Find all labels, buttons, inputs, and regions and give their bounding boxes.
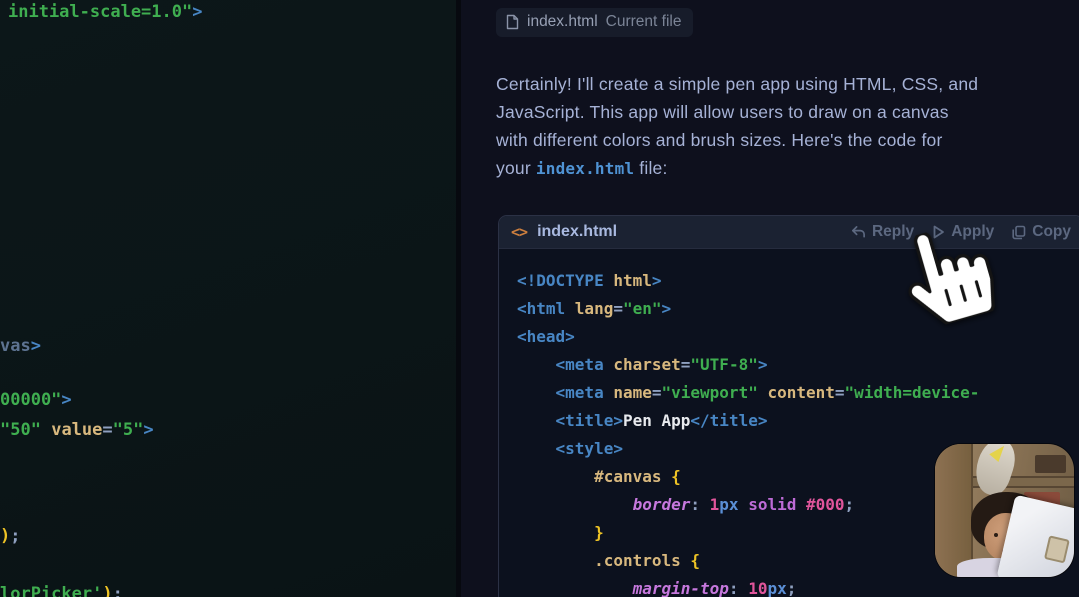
code-icon: <> bbox=[511, 223, 527, 241]
code-line: <meta charset="UTF-8"> bbox=[517, 351, 1079, 379]
assistant-message: Certainly! I'll create a simple pen app … bbox=[496, 70, 1076, 183]
code-block-filename: index.html bbox=[537, 223, 851, 241]
chip-label: Current file bbox=[606, 13, 682, 31]
webcam-overlay bbox=[935, 444, 1074, 577]
code-line: lorPicker'); bbox=[0, 584, 123, 597]
code-line: <title>Pen App</title> bbox=[517, 407, 1079, 435]
webcam-shelf-item bbox=[1035, 455, 1066, 474]
person-eye bbox=[994, 533, 998, 537]
copy-button[interactable]: Copy bbox=[1012, 223, 1071, 241]
left-editor-pane[interactable]: initial-scale=1.0"> vas> 00000"> "50" value… bbox=[0, 0, 456, 597]
chip-filename: index.html bbox=[527, 13, 598, 31]
left-editor-code: initial-scale=1.0"> vas> 00000"> "50" value… bbox=[0, 0, 456, 597]
code-block-header: <> index.html Reply bbox=[499, 216, 1079, 249]
code-line: initial-scale=1.0"> bbox=[8, 2, 202, 22]
copy-icon bbox=[1012, 225, 1026, 240]
code-line: <meta name="viewport" content="width=dev… bbox=[517, 379, 1079, 407]
context-file-chip[interactable]: index.html Current file bbox=[496, 8, 693, 37]
paper-stamp bbox=[1043, 535, 1069, 563]
code-line: margin-top: 10px; bbox=[517, 575, 1079, 597]
reply-icon bbox=[851, 225, 866, 239]
file-icon bbox=[506, 14, 519, 30]
code-line: 00000"> bbox=[0, 390, 72, 410]
code-line: vas> bbox=[0, 336, 41, 356]
inline-code: index.html bbox=[536, 159, 634, 178]
code-line: <head> bbox=[517, 323, 1079, 351]
screen: initial-scale=1.0"> vas> 00000"> "50" value… bbox=[0, 0, 1079, 597]
code-line: "50" value="5"> bbox=[0, 420, 154, 440]
webcam-cabinet bbox=[935, 444, 973, 577]
code-line: ); bbox=[0, 526, 21, 546]
